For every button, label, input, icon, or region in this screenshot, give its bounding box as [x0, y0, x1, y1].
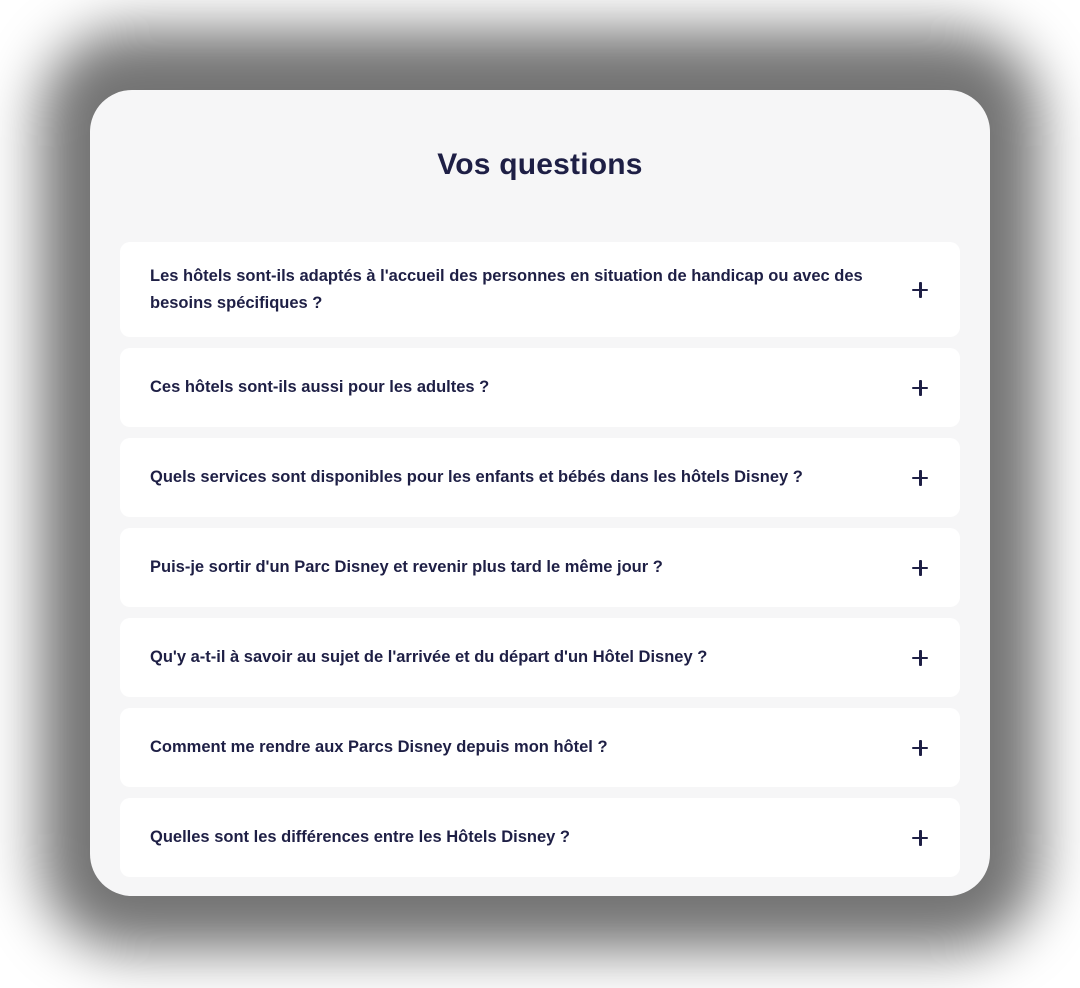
faq-item-transport[interactable]: Comment me rendre aux Parcs Disney depui… — [120, 708, 960, 787]
plus-icon[interactable] — [910, 738, 930, 758]
faq-question: Quelles sont les différences entre les H… — [150, 828, 570, 846]
plus-icon[interactable] — [910, 648, 930, 668]
faq-item-park-reentry[interactable]: Puis-je sortir d'un Parc Disney et reven… — [120, 528, 960, 607]
faq-item-check-in-out[interactable]: Qu'y a-t-il à savoir au sujet de l'arriv… — [120, 618, 960, 697]
faq-item-adults[interactable]: Ces hôtels sont-ils aussi pour les adult… — [120, 348, 960, 427]
faq-question: Puis-je sortir d'un Parc Disney et reven… — [150, 558, 663, 576]
faq-question: Ces hôtels sont-ils aussi pour les adult… — [150, 378, 490, 396]
faq-item-children-services[interactable]: Quels services sont disponibles pour les… — [120, 438, 960, 517]
plus-icon[interactable] — [910, 468, 930, 488]
faq-question: Qu'y a-t-il à savoir au sujet de l'arriv… — [150, 648, 708, 666]
faq-question: Quels services sont disponibles pour les… — [150, 468, 803, 486]
faq-item-hotel-differences[interactable]: Quelles sont les différences entre les H… — [120, 798, 960, 877]
plus-icon[interactable] — [910, 558, 930, 578]
faq-item-accessibility[interactable]: Les hôtels sont-ils adaptés à l'accueil … — [120, 242, 960, 337]
stage: Vos questions Les hôtels sont-ils adapté… — [0, 0, 1080, 988]
faq-panel: Vos questions Les hôtels sont-ils adapté… — [90, 90, 990, 896]
plus-icon[interactable] — [910, 378, 930, 398]
faq-list: Les hôtels sont-ils adaptés à l'accueil … — [120, 242, 960, 877]
plus-icon[interactable] — [910, 280, 930, 300]
section-title: Vos questions — [437, 148, 643, 181]
faq-question: Comment me rendre aux Parcs Disney depui… — [150, 738, 608, 756]
faq-question: Les hôtels sont-ils adaptés à l'accueil … — [150, 266, 863, 312]
plus-icon[interactable] — [910, 828, 930, 848]
